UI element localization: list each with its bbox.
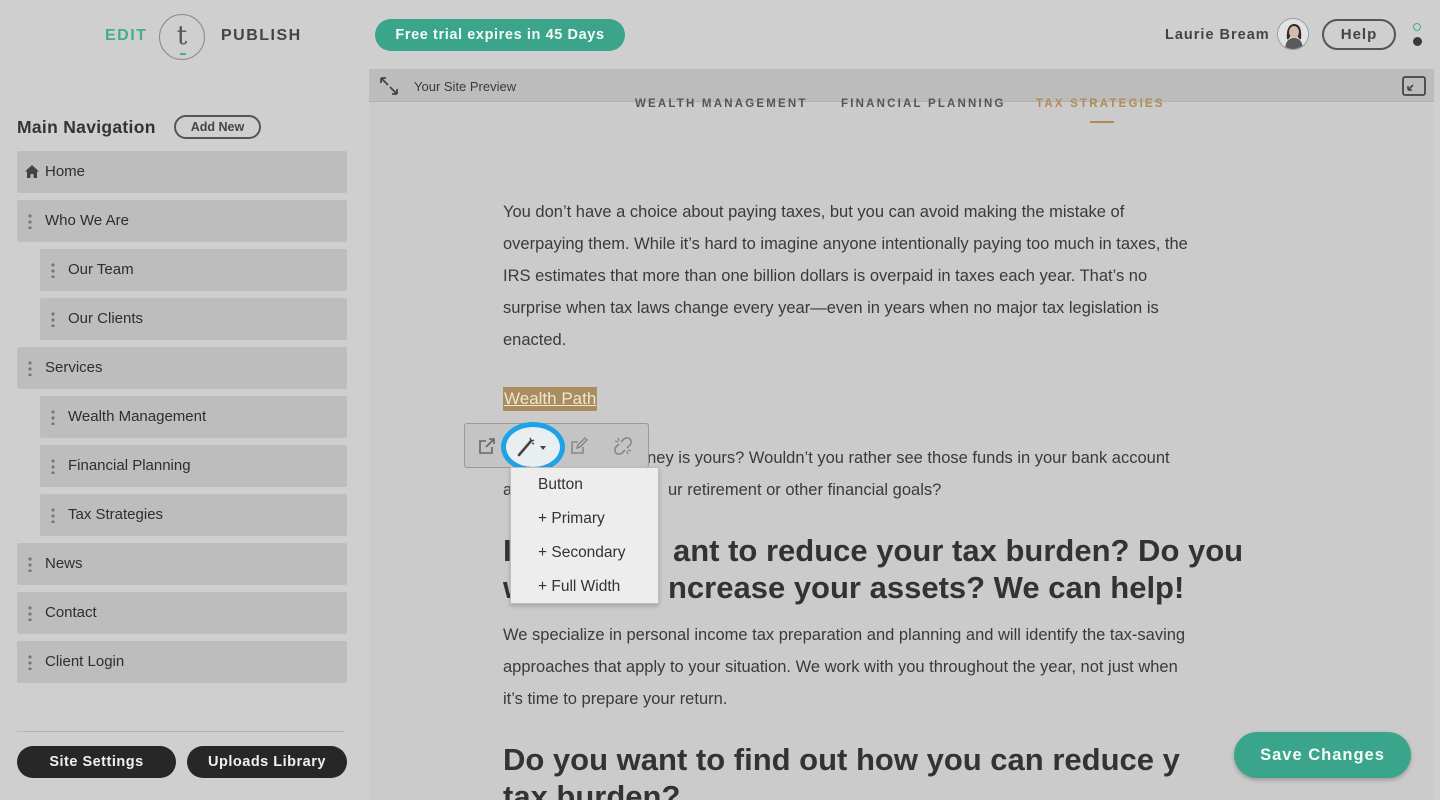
add-new-button[interactable]: Add New <box>174 115 261 139</box>
sidebar-item-label: Financial Planning <box>68 457 191 474</box>
text-line: We specialize in personal income tax pre… <box>503 626 1186 644</box>
drag-handle-icon[interactable] <box>51 311 55 327</box>
logo-underline <box>180 53 186 55</box>
fullscreen-icon[interactable] <box>1402 76 1426 96</box>
heading-line: ant to reduce your tax burden? Do you <box>673 533 1244 568</box>
drag-handle-icon[interactable] <box>28 605 32 621</box>
drag-handle-icon[interactable] <box>28 556 32 572</box>
logo-letter: t <box>176 21 188 51</box>
avatar[interactable] <box>1277 18 1309 50</box>
sidebar-heading: Main Navigation <box>17 117 156 137</box>
drag-handle-icon[interactable] <box>28 213 32 229</box>
magic-wand-button[interactable] <box>501 422 565 472</box>
drag-handle-icon[interactable] <box>51 458 55 474</box>
link-toolbar <box>464 422 649 472</box>
selected-link-wealth-path[interactable]: Wealth Path <box>503 387 598 411</box>
status-indicator[interactable] <box>1411 23 1423 47</box>
dropdown-title-button: Button <box>538 476 583 493</box>
expand-arrows-icon[interactable] <box>379 76 399 96</box>
sidebar-item-label: Contact <box>45 604 97 621</box>
text-line: You don’t have a choice about paying tax… <box>503 203 1125 221</box>
sidebar-item-news[interactable]: News <box>17 543 347 585</box>
sidebar-item-label: Home <box>45 163 86 180</box>
drag-handle-icon[interactable] <box>51 409 55 425</box>
sidebar-item-client-login[interactable]: Client Login <box>17 641 347 683</box>
user-name[interactable]: Laurie Bream <box>1165 27 1270 43</box>
sidebar-item-label: Our Team <box>68 261 134 278</box>
text-line: approaches that apply to your situation.… <box>503 658 1178 676</box>
drag-handle-icon[interactable] <box>28 654 32 670</box>
brand-logo: t <box>159 14 205 60</box>
edit-link-icon[interactable] <box>569 436 589 456</box>
edit-mode-link[interactable]: EDIT <box>105 27 147 45</box>
dropdown-item-secondary[interactable]: + Secondary <box>538 544 625 562</box>
sidebar-item-label: Services <box>45 359 103 376</box>
site-settings-button[interactable]: Site Settings <box>17 746 176 778</box>
uploads-library-button[interactable]: Uploads Library <box>187 746 347 778</box>
save-changes-button[interactable]: Save Changes <box>1234 732 1411 778</box>
sidebar-item-our-clients[interactable]: Our Clients <box>40 298 347 340</box>
sidebar-item-label: Tax Strategies <box>68 506 164 523</box>
text-line: overpaying them. While it’s hard to imag… <box>503 235 1188 253</box>
sidebar-item-contact[interactable]: Contact <box>17 592 347 634</box>
sidebar-item-services[interactable]: Services <box>17 347 347 389</box>
services-paragraph[interactable]: We specialize in personal income tax pre… <box>503 619 1303 715</box>
status-ring-icon <box>1413 23 1421 31</box>
user-avatar-icon <box>1278 19 1308 49</box>
sidebar-item-home[interactable]: Home <box>17 151 347 193</box>
sidebar-item-who-we-are[interactable]: Who We Are <box>17 200 347 242</box>
drag-handle-icon[interactable] <box>28 360 32 376</box>
home-icon <box>25 165 39 178</box>
sidebar-item-financial-planning[interactable]: Financial Planning <box>40 445 347 487</box>
sidebar-divider <box>17 731 345 732</box>
sidebar-item-wealth-management[interactable]: Wealth Management <box>40 396 347 438</box>
button-style-dropdown: Button + Primary + Secondary + Full Widt… <box>510 467 659 604</box>
sidebar-item-label: News <box>45 555 83 572</box>
sidebar-item-label: Wealth Management <box>68 408 207 425</box>
sidebar-item-label: Who We Are <box>45 212 129 229</box>
dropdown-item-primary[interactable]: + Primary <box>538 510 605 528</box>
sidebar-item-label: Our Clients <box>68 310 144 327</box>
site-preview-panel[interactable]: Your Site Preview WEALTH MANAGEMENT FINA… <box>369 69 1434 800</box>
text-line: t money is yours? Wouldn’t you rather se… <box>615 449 1170 467</box>
site-nav-wealth-management[interactable]: WEALTH MANAGEMENT <box>635 98 808 110</box>
trial-badge[interactable]: Free trial expires in 45 Days <box>375 19 625 51</box>
site-nav-tax-strategies[interactable]: TAX STRATEGIES <box>1036 98 1165 110</box>
text-line: enacted. <box>503 331 567 349</box>
publish-link[interactable]: PUBLISH <box>221 27 302 45</box>
preview-title: Your Site Preview <box>414 79 517 94</box>
help-button[interactable]: Help <box>1322 19 1396 50</box>
unlink-icon[interactable] <box>613 436 633 456</box>
text-line: ur retirement or other financial goals? <box>668 481 942 499</box>
site-nav-active-underline <box>1090 121 1114 123</box>
dropdown-item-full-width[interactable]: + Full Width <box>538 578 620 596</box>
text-line: surprise when tax laws change every year… <box>503 299 1159 317</box>
status-dot-icon <box>1413 37 1422 46</box>
open-link-icon[interactable] <box>477 436 497 456</box>
magic-wand-icon <box>517 437 546 457</box>
drag-handle-icon[interactable] <box>51 507 55 523</box>
heading-line: tax burden? <box>503 779 681 800</box>
text-line: IRS estimates that more than one billion… <box>503 267 1148 285</box>
sidebar-item-our-team[interactable]: Our Team <box>40 249 347 291</box>
intro-paragraph[interactable]: You don’t have a choice about paying tax… <box>503 196 1303 356</box>
text-line: it’s time to prepare your return. <box>503 690 728 708</box>
site-nav-financial-planning[interactable]: FINANCIAL PLANNING <box>841 98 1006 110</box>
heading-line: ncrease your assets? We can help! <box>668 570 1185 605</box>
drag-handle-icon[interactable] <box>51 262 55 278</box>
sidebar-item-label: Client Login <box>45 653 125 670</box>
sidebar-item-tax-strategies[interactable]: Tax Strategies <box>40 494 347 536</box>
